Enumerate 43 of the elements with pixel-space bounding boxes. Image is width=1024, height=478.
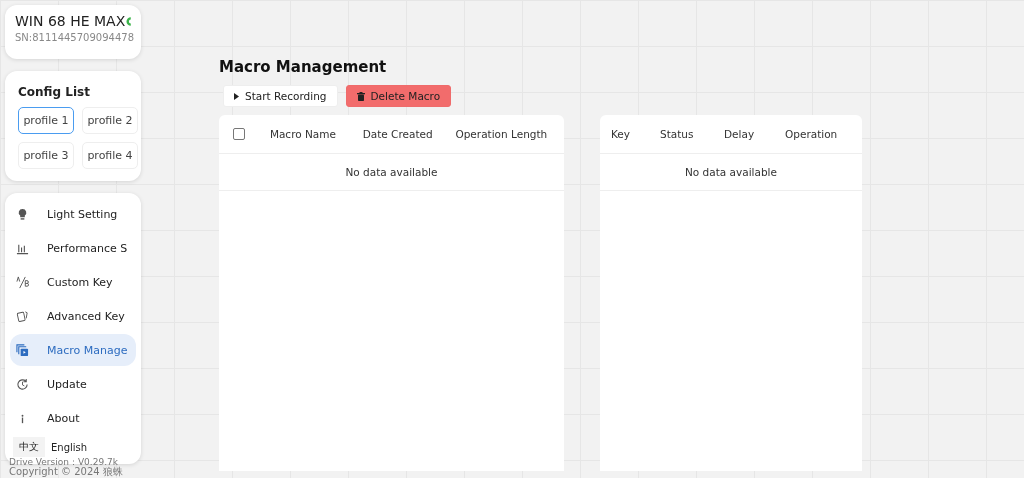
menu-label: About <box>47 411 80 425</box>
column-header: Delay <box>724 128 756 140</box>
menu-item[interactable]: Performance S <box>10 232 136 264</box>
menu-item[interactable]: Update <box>10 368 136 400</box>
column-header: Macro Name <box>269 128 337 140</box>
column-header: Status <box>660 128 695 140</box>
empty-message: No data available <box>345 166 438 178</box>
menu-item[interactable]: Macro Manage <box>10 334 136 366</box>
profile-button[interactable]: profile 3 <box>18 142 74 169</box>
delete-button[interactable]: Delete Macro <box>345 85 452 107</box>
copyright-text: Copyright © 2024 狼蛛 <box>9 467 123 477</box>
menu-item[interactable]: Light Setting <box>10 198 136 230</box>
config-title: Config List <box>18 85 91 99</box>
select-all-checkbox[interactable] <box>233 128 245 140</box>
menu-label: Performance S <box>47 241 128 255</box>
page-title: Macro Management <box>219 58 388 76</box>
menu-label: Update <box>47 377 87 391</box>
menu-label: Light Setting <box>47 207 118 221</box>
key-swap-icon <box>16 275 29 289</box>
column-header: Operation <box>785 128 839 140</box>
menu-item[interactable]: Advanced Key <box>10 300 136 332</box>
menu-item[interactable]: Custom Key <box>10 266 136 298</box>
macro-icon <box>16 343 29 357</box>
profile-button[interactable]: profile 4 <box>82 142 138 169</box>
bulb-icon <box>16 207 29 221</box>
menu-label: Custom Key <box>47 275 113 289</box>
menu-label: Advanced Key <box>47 309 125 323</box>
menu-label: Macro Manage <box>47 343 128 357</box>
profile-button[interactable]: profile 2 <box>82 107 138 134</box>
menu-item[interactable]: About <box>10 402 136 434</box>
play-icon <box>234 92 239 100</box>
device-name: WIN 68 HE MAX <box>15 13 126 29</box>
column-header: Key <box>611 128 632 140</box>
language-option[interactable]: English <box>45 437 94 457</box>
trash-icon <box>356 91 365 101</box>
refresh-icon <box>16 377 29 391</box>
column-header: Date Created <box>362 128 434 140</box>
empty-message: No data available <box>685 166 777 178</box>
column-header: Operation Length <box>455 128 549 140</box>
profile-button[interactable]: profile 1 <box>18 107 74 134</box>
version-text: Drive Version：V0.29.7k <box>9 457 118 467</box>
record-button[interactable]: Start Recording <box>223 85 338 107</box>
cards-icon <box>16 309 29 323</box>
